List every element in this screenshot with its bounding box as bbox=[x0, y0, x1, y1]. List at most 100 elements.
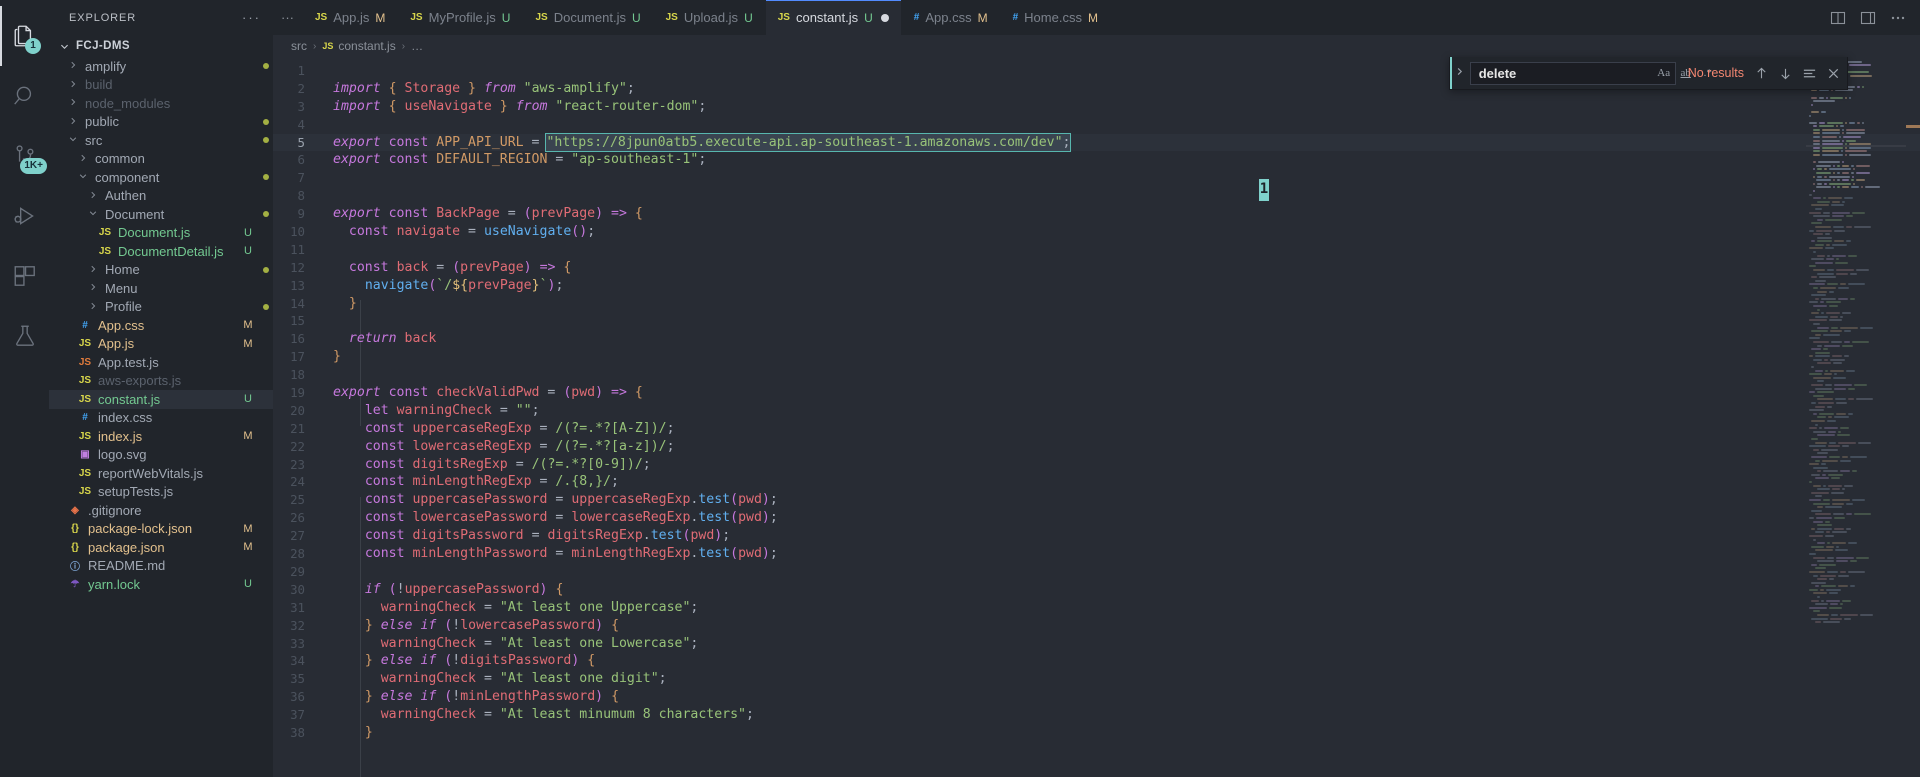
workspace-root-folder[interactable]: FCJ-DMS bbox=[49, 35, 273, 57]
tree-item-label: index.js bbox=[98, 428, 143, 444]
minimap-token bbox=[1817, 200, 1830, 203]
find-next-icon[interactable] bbox=[1778, 66, 1793, 81]
tree-file-readme-md[interactable]: ⓘ README.md bbox=[49, 557, 273, 576]
minimap-line bbox=[1806, 265, 1906, 268]
minimap-token bbox=[1813, 556, 1825, 559]
chevron-right-icon bbox=[87, 282, 99, 294]
tree-file-gitignore[interactable]: ◈ .gitignore bbox=[49, 501, 273, 520]
tab-home-css[interactable]: # Home.css M bbox=[1000, 0, 1111, 35]
minimap-slider[interactable] bbox=[1806, 145, 1906, 147]
line-number: 29 bbox=[290, 563, 305, 579]
minimap-token bbox=[1838, 585, 1848, 588]
minimap-line bbox=[1806, 279, 1906, 282]
tree-file-document-js[interactable]: JS Document.js U bbox=[49, 224, 273, 243]
code-line: 16 return back bbox=[273, 330, 1920, 348]
code-line: 26 const lowercasePassword = lowercaseRe… bbox=[273, 509, 1920, 527]
tab-dirty-indicator[interactable] bbox=[880, 13, 889, 22]
tree-item-marker-dot bbox=[259, 211, 273, 218]
minimap-token bbox=[1813, 146, 1820, 149]
minimap-line bbox=[1806, 578, 1906, 581]
minimap-token bbox=[1817, 391, 1834, 394]
find-previous-icon[interactable] bbox=[1754, 66, 1769, 81]
tree-folder-profile[interactable]: Profile bbox=[49, 298, 273, 317]
find-input[interactable] bbox=[1478, 65, 1654, 81]
breadcrumb-item[interactable]: JS constant.js bbox=[322, 39, 395, 53]
tree-folder-node-modules[interactable]: node_modules bbox=[49, 94, 273, 113]
tree-folder-home[interactable]: Home bbox=[49, 261, 273, 280]
activity-item-run-and-debug[interactable] bbox=[0, 186, 49, 246]
minimap-token bbox=[1825, 384, 1832, 387]
minimap-token bbox=[1835, 398, 1846, 401]
tab-app-css[interactable]: # App.css M bbox=[901, 0, 1001, 35]
tree-folder-public[interactable]: public bbox=[49, 113, 273, 132]
tree-folder-amplify[interactable]: amplify bbox=[49, 57, 273, 76]
tree-file-documentdetail-js[interactable]: JS DocumentDetail.js U bbox=[49, 242, 273, 261]
minimap-token bbox=[1838, 441, 1856, 444]
css-file-icon: # bbox=[913, 12, 920, 23]
explorer-more-actions-icon[interactable]: ··· bbox=[242, 10, 261, 25]
activity-item-source-control[interactable]: 1K+ bbox=[0, 126, 49, 186]
tree-file-package-lock-json[interactable]: {} package-lock.json M bbox=[49, 520, 273, 539]
editor-scrollbar[interactable] bbox=[1906, 57, 1920, 777]
minimap-token bbox=[1811, 509, 1822, 512]
breadcrumb-item[interactable]: src bbox=[291, 39, 307, 53]
minimap-token bbox=[1809, 445, 1826, 448]
code-editor[interactable]: 1 2 import { Storage } from "aws-amplify";… bbox=[273, 57, 1920, 777]
toggle-replace-icon[interactable] bbox=[1450, 66, 1470, 80]
tree-folder-src[interactable]: src bbox=[49, 131, 273, 150]
tab-upload-js[interactable]: JS Upload.js U bbox=[653, 0, 766, 35]
tree-file-index-css[interactable]: # index.css bbox=[49, 409, 273, 428]
layout-icon[interactable] bbox=[1860, 10, 1876, 26]
tree-file-aws-exports-js[interactable]: JS aws-exports.js bbox=[49, 372, 273, 391]
minimap-token bbox=[1825, 233, 1830, 236]
activity-item-testing[interactable] bbox=[0, 306, 49, 366]
tab-myprofile-js[interactable]: JS MyProfile.js U bbox=[398, 0, 524, 35]
minimap-token bbox=[1836, 402, 1847, 404]
tree-folder-menu[interactable]: Menu bbox=[49, 279, 273, 298]
minimap-line bbox=[1806, 197, 1906, 200]
tree-file-app-test-js[interactable]: JS App.test.js bbox=[49, 353, 273, 372]
tree-folder-authen[interactable]: Authen bbox=[49, 187, 273, 206]
tab-constant-js[interactable]: JS constant.js U bbox=[765, 0, 902, 35]
minimap-token bbox=[1832, 499, 1850, 502]
match-case-icon[interactable]: Aa bbox=[1654, 63, 1674, 83]
explorer-header: EXPLORER ··· bbox=[49, 0, 273, 35]
activity-item-search[interactable] bbox=[0, 66, 49, 126]
tab-app-js[interactable]: JS App.js M bbox=[303, 0, 399, 35]
more-actions-icon[interactable] bbox=[1890, 10, 1906, 26]
tree-file-setuptests-js[interactable]: JS setupTests.js bbox=[49, 483, 273, 502]
minimap[interactable] bbox=[1806, 57, 1906, 777]
minimap-token bbox=[1830, 315, 1838, 318]
minimap-line bbox=[1806, 204, 1906, 207]
tab-document-js[interactable]: JS Document.js U bbox=[523, 0, 654, 35]
minimap-line bbox=[1806, 459, 1906, 462]
minimap-token bbox=[1826, 545, 1834, 548]
tree-folder-build[interactable]: build bbox=[49, 76, 273, 95]
activity-item-extensions[interactable] bbox=[0, 246, 49, 306]
line-number: 21 bbox=[290, 420, 305, 436]
tree-file-app-css[interactable]: # App.css M bbox=[49, 316, 273, 335]
tab-label: MyProfile.js bbox=[428, 10, 496, 25]
css-file-icon: # bbox=[82, 412, 88, 424]
split-editor-icon[interactable] bbox=[1830, 10, 1846, 26]
tree-file-logo-svg[interactable]: ▣ logo.svg bbox=[49, 446, 273, 465]
tree-file-app-js[interactable]: JS App.js M bbox=[49, 335, 273, 354]
breadcrumb-item[interactable]: … bbox=[411, 39, 423, 53]
minimap-line bbox=[1806, 542, 1906, 545]
minimap-token bbox=[1840, 570, 1846, 573]
minimap-token bbox=[1809, 211, 1821, 214]
tree-folder-component[interactable]: component bbox=[49, 168, 273, 187]
tree-file-package-json[interactable]: {} package.json M bbox=[49, 538, 273, 557]
tree-file-yarn-lock[interactable]: ☂ yarn.lock U bbox=[49, 575, 273, 594]
minimap-token bbox=[1825, 520, 1830, 523]
tree-folder-common[interactable]: common bbox=[49, 150, 273, 169]
find-in-selection-icon[interactable] bbox=[1802, 66, 1817, 81]
find-close-icon[interactable] bbox=[1826, 66, 1841, 81]
tabs-overflow-icon[interactable]: ··· bbox=[273, 0, 303, 35]
tree-file-reportwebvitals-js[interactable]: JS reportWebVitals.js bbox=[49, 464, 273, 483]
tree-folder-document[interactable]: Document bbox=[49, 205, 273, 224]
tree-file-constant-js[interactable]: JS constant.js U bbox=[49, 390, 273, 409]
minimap-line bbox=[1806, 247, 1906, 250]
activity-item-explorer[interactable]: 1 bbox=[0, 6, 49, 66]
tree-file-index-js[interactable]: JS index.js M bbox=[49, 427, 273, 446]
